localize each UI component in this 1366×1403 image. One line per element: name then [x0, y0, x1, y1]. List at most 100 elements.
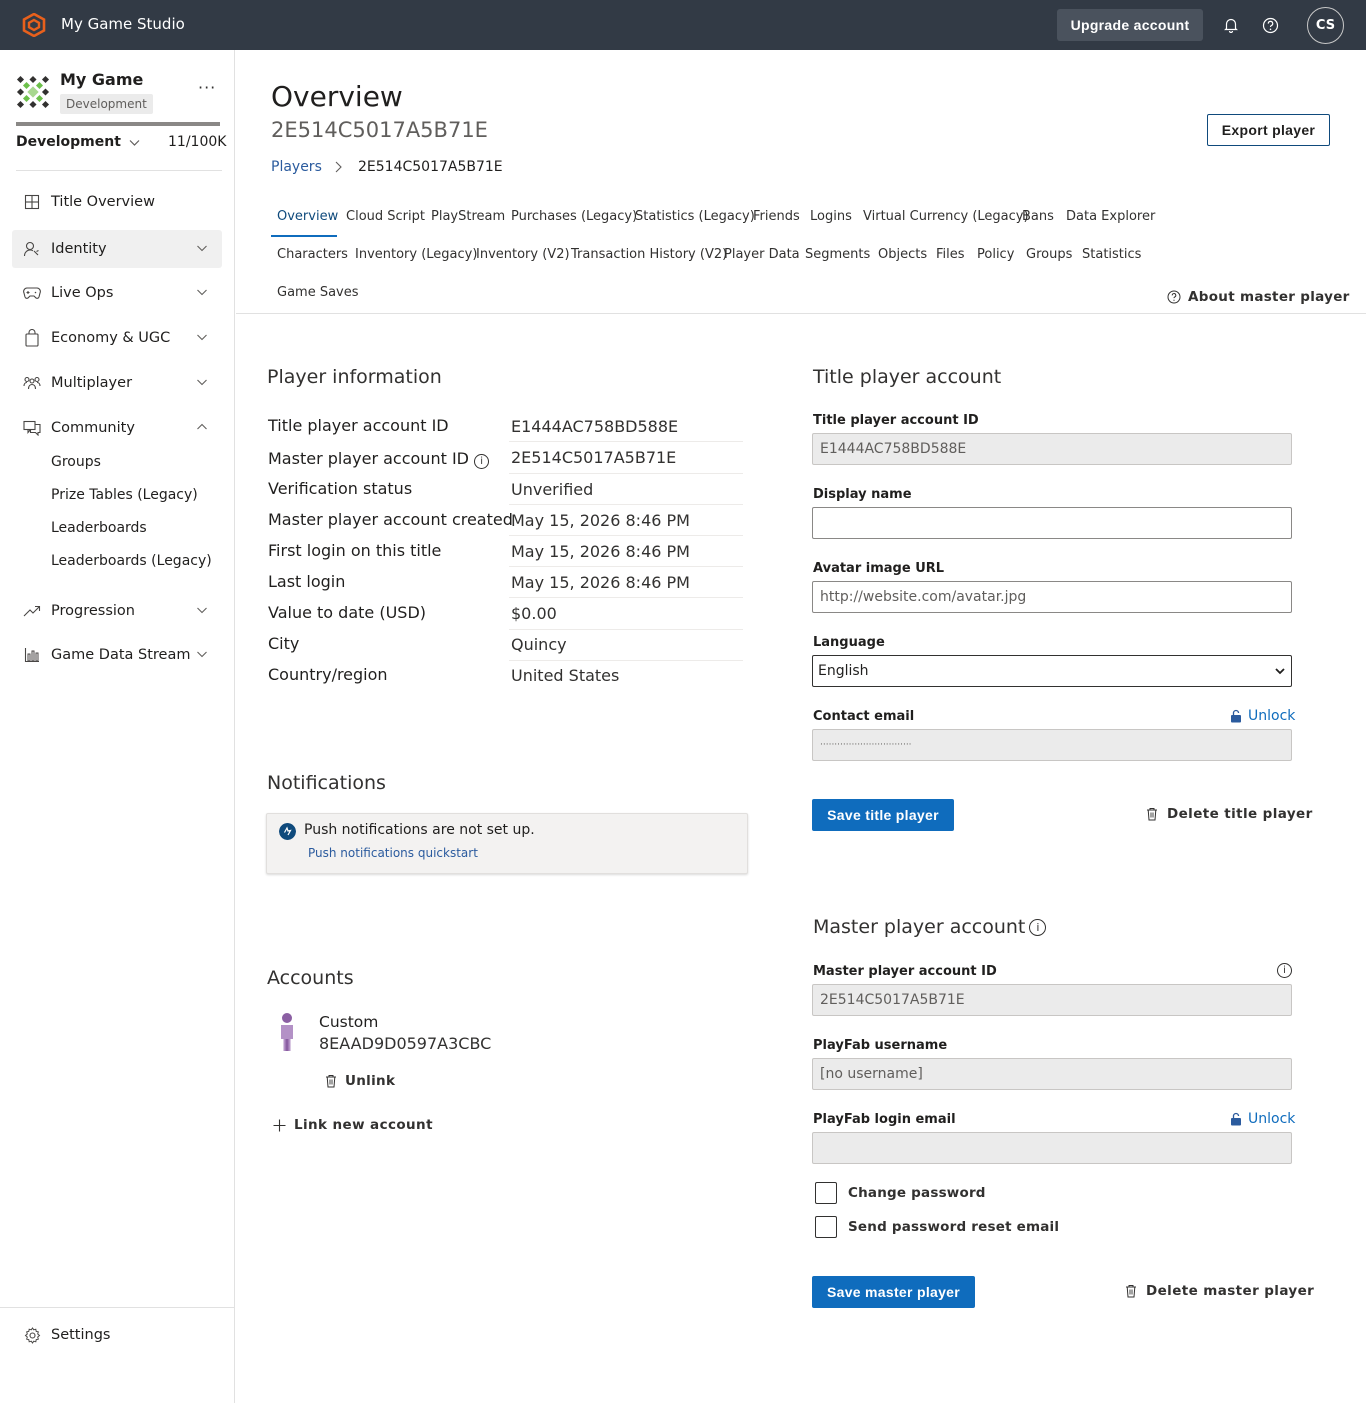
tab-statistics-legacy[interactable]: Statistics (Legacy) [635, 209, 755, 224]
nav-multiplayer[interactable]: Multiplayer [12, 364, 222, 402]
help-icon[interactable] [1259, 14, 1281, 36]
change-password-checkbox[interactable] [815, 1182, 837, 1204]
tab-cloud-script[interactable]: Cloud Script [346, 209, 425, 224]
breadcrumb-players-link[interactable]: Players [271, 159, 322, 175]
info-icon[interactable]: i [474, 454, 490, 469]
subnav-leaderboards[interactable]: Leaderboards [51, 520, 147, 536]
export-player-button[interactable]: Export player [1207, 114, 1330, 146]
upgrade-account-button[interactable]: Upgrade account [1057, 9, 1203, 41]
subnav-leaderboards-legacy[interactable]: Leaderboards (Legacy) [51, 553, 212, 569]
tab-playstream[interactable]: PlayStream [431, 209, 505, 224]
player-id-subtitle: 2E514C5017A5B71E [271, 118, 488, 142]
usage-count: 11/100K [168, 134, 227, 150]
master-player-heading: Master player account i [813, 916, 1047, 938]
tab-segments[interactable]: Segments [805, 247, 870, 262]
environment-badge: Development [60, 94, 153, 114]
tab-friends[interactable]: Friends [753, 209, 800, 224]
info-icon[interactable]: i [1277, 963, 1292, 978]
tab-transaction-history-v2[interactable]: Transaction History (V2) [571, 247, 727, 262]
about-master-player-link[interactable]: About master player [1167, 289, 1350, 305]
studio-name[interactable]: My Game Studio [61, 15, 185, 33]
nav-community[interactable]: Community [12, 409, 222, 447]
info-value: Quincy [511, 635, 567, 654]
more-options-icon[interactable]: ··· [198, 78, 216, 97]
tab-data-explorer[interactable]: Data Explorer [1066, 209, 1155, 224]
active-tab-indicator [271, 235, 337, 237]
tab-player-data[interactable]: Player Data [724, 247, 800, 262]
nav-economy-ugc[interactable]: Economy & UGC [12, 319, 222, 357]
notifications-heading: Notifications [267, 772, 386, 794]
tab-characters[interactable]: Characters [277, 247, 348, 262]
gamepad-icon [23, 284, 41, 302]
push-quickstart-link[interactable]: Push notifications quickstart [308, 846, 478, 860]
tab-logins[interactable]: Logins [810, 209, 852, 224]
chevron-down-icon [197, 245, 207, 252]
chevron-right-icon [335, 161, 342, 173]
save-title-player-button[interactable]: Save title player [812, 799, 954, 831]
subnav-prize-tables-legacy[interactable]: Prize Tables (Legacy) [51, 487, 198, 503]
language-select[interactable]: English [812, 655, 1292, 687]
nav-live-ops[interactable]: Live Ops [12, 274, 222, 312]
nav-label: Settings [51, 1327, 111, 1343]
link-new-account-button[interactable]: Link new account [273, 1117, 433, 1133]
nav-title-overview[interactable]: Title Overview [12, 183, 222, 221]
user-avatar[interactable]: CS [1307, 7, 1344, 44]
player-information-heading: Player information [267, 366, 442, 388]
game-logo-icon [16, 75, 50, 109]
tab-purchases-legacy[interactable]: Purchases (Legacy) [511, 209, 637, 224]
tab-statistics[interactable]: Statistics [1082, 247, 1141, 262]
info-value: 2E514C5017A5B71E [511, 448, 677, 467]
page-title: Overview [271, 80, 403, 113]
notification-message: Push notifications are not set up. [304, 822, 535, 838]
unlink-button[interactable]: Unlink [325, 1073, 395, 1089]
tab-inventory-legacy[interactable]: Inventory (Legacy) [355, 247, 477, 262]
avatar-url-field[interactable] [812, 581, 1292, 613]
tab-inventory-v2[interactable]: Inventory (V2) [476, 247, 570, 262]
nav-identity[interactable]: Identity [12, 230, 222, 268]
delete-master-player-button[interactable]: Delete master player [1125, 1283, 1314, 1299]
nav-label: Title Overview [51, 194, 155, 210]
change-password-checkbox-row[interactable]: Change password [815, 1182, 986, 1204]
usage-bar [16, 122, 220, 126]
save-master-player-button[interactable]: Save master player [812, 1276, 975, 1308]
delete-title-player-button[interactable]: Delete title player [1146, 806, 1313, 822]
gear-icon [23, 1326, 41, 1344]
tab-bans[interactable]: Bans [1022, 209, 1054, 224]
unlock-label: Unlock [1248, 708, 1296, 724]
info-label: Country/region [268, 665, 388, 684]
info-label: Verification status [268, 479, 413, 498]
info-icon[interactable]: i [1029, 918, 1047, 936]
tab-virtual-currency-legacy[interactable]: Virtual Currency (Legacy) [863, 209, 1029, 224]
send-reset-email-checkbox[interactable] [815, 1216, 837, 1238]
tab-files[interactable]: Files [936, 247, 965, 262]
contact-email-unlock-button[interactable]: Unlock [1230, 708, 1295, 724]
tab-objects[interactable]: Objects [878, 247, 927, 262]
tab-overview[interactable]: Overview [277, 209, 338, 224]
unlink-label: Unlink [345, 1073, 396, 1089]
tab-groups[interactable]: Groups [1026, 247, 1072, 262]
divider [509, 597, 743, 598]
trash-icon [326, 1075, 336, 1088]
nav-label: Progression [51, 603, 135, 619]
nav-settings[interactable]: Settings [12, 1316, 222, 1354]
game-name[interactable]: My Game [60, 70, 143, 89]
display-name-field[interactable] [812, 507, 1292, 539]
tab-policy[interactable]: Policy [977, 247, 1014, 262]
subnav-groups[interactable]: Groups [51, 454, 101, 470]
chevron-up-icon [197, 423, 207, 430]
environment-select[interactable]: Development [16, 134, 140, 150]
identity-icon [23, 240, 41, 258]
login-email-unlock-button[interactable]: Unlock [1230, 1111, 1295, 1127]
nav-label: Economy & UGC [51, 330, 171, 346]
accounts-heading: Accounts [267, 967, 354, 989]
info-value: May 15, 2026 8:46 PM [511, 511, 690, 530]
nav-game-data-stream[interactable]: Game Data Stream [12, 636, 222, 674]
reset-email-checkbox-row[interactable]: Send password reset email [815, 1216, 1059, 1238]
contact-email-label: Contact email [813, 709, 915, 724]
studio-logo-icon[interactable] [22, 13, 46, 37]
bell-icon[interactable] [1220, 14, 1242, 36]
info-label: Value to date (USD) [268, 603, 427, 622]
nav-progression[interactable]: Progression [12, 592, 222, 630]
title-player-heading: Title player account [813, 366, 1002, 388]
tab-game-saves[interactable]: Game Saves [277, 285, 359, 300]
